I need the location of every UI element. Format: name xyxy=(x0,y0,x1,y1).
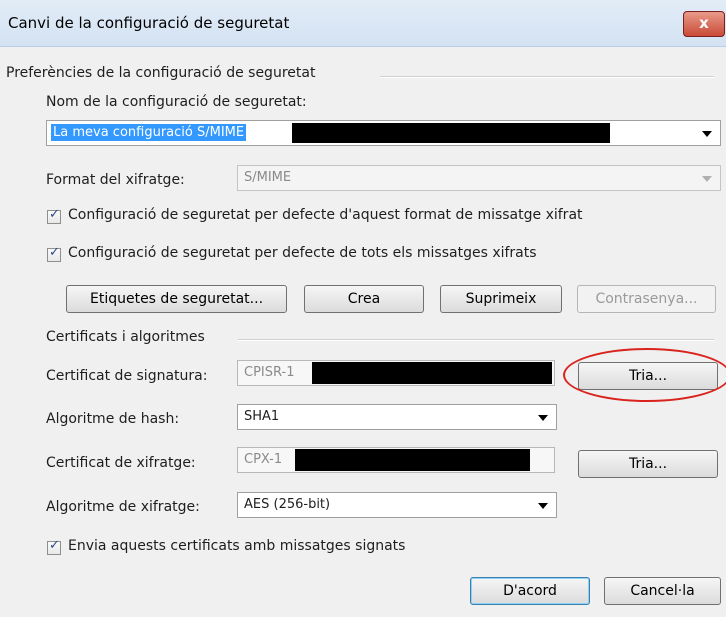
hash-combo[interactable]: SHA1 xyxy=(237,404,557,430)
create-button[interactable]: Crea xyxy=(304,285,424,313)
hash-label: Algoritme de hash: xyxy=(46,411,180,427)
encryption-cert-label: Certificat de xifratge: xyxy=(46,455,196,471)
encryption-cert-value: CPX-1 xyxy=(244,452,283,467)
security-settings-dialog: Canvi de la configuració de seguretat x … xyxy=(0,0,726,617)
ok-button[interactable]: D'acord xyxy=(470,577,590,605)
enc-algo-combo[interactable]: AES (256-bit) xyxy=(237,492,557,518)
security-labels-button[interactable]: Etiquetes de seguretat... xyxy=(66,285,287,313)
signing-cert-value: CPISR-1 xyxy=(244,365,295,380)
default-all-checkbox[interactable]: ✓ xyxy=(47,245,61,262)
certs-group-label: Certificats i algoritmes xyxy=(46,329,213,345)
format-label: Format del xifratge: xyxy=(46,172,185,188)
signing-cert-label: Certificat de signatura: xyxy=(46,368,208,384)
redaction-box xyxy=(295,449,530,471)
chevron-down-icon[interactable] xyxy=(538,415,548,421)
encryption-cert-field: CPX-1 xyxy=(237,447,555,473)
send-certs-checkbox[interactable]: ✓ xyxy=(47,538,61,555)
chevron-down-icon xyxy=(702,176,712,182)
security-name-value: La meva configuració S/MIME xyxy=(51,124,247,141)
enc-algo-label: Algoritme de xifratge: xyxy=(46,499,200,515)
choose-encryption-button[interactable]: Tria... xyxy=(578,450,718,478)
format-value: S/MIME xyxy=(244,170,292,185)
format-combo: S/MIME xyxy=(237,165,721,191)
security-name-combo[interactable]: La meva configuració S/MIME xyxy=(46,120,721,146)
checkmark-icon: ✓ xyxy=(49,245,60,260)
security-name-label: Nom de la configuració de seguretat: xyxy=(46,94,307,110)
default-all-label: Configuració de seguretat per defecte de… xyxy=(68,245,537,261)
annotation-highlight-ring xyxy=(563,348,726,402)
prefs-group-label: Preferències de la configuració de segur… xyxy=(6,65,324,81)
default-format-label: Configuració de seguretat per defecte d'… xyxy=(68,207,583,223)
chevron-down-icon[interactable] xyxy=(702,131,712,137)
certs-group-rule xyxy=(238,339,714,341)
cancel-button[interactable]: Cancel·la xyxy=(604,577,721,605)
checkmark-icon: ✓ xyxy=(49,207,60,222)
password-button: Contrasenya... xyxy=(577,285,716,313)
prefs-group-rule xyxy=(380,76,714,78)
hash-value: SHA1 xyxy=(244,409,280,424)
redaction-box xyxy=(292,123,610,143)
default-format-checkbox[interactable]: ✓ xyxy=(47,207,61,224)
signing-cert-field: CPISR-1 xyxy=(237,360,555,386)
enc-algo-value: AES (256-bit) xyxy=(244,497,331,512)
title-bar: Canvi de la configuració de seguretat x xyxy=(0,0,726,47)
chevron-down-icon[interactable] xyxy=(538,503,548,509)
window-title: Canvi de la configuració de seguretat xyxy=(8,14,290,32)
delete-button[interactable]: Suprimeix xyxy=(440,285,562,313)
send-certs-label: Envia aquests certificats amb missatges … xyxy=(68,538,406,554)
redaction-box xyxy=(312,362,552,384)
close-button[interactable]: x xyxy=(683,11,725,37)
checkmark-icon: ✓ xyxy=(49,538,60,553)
